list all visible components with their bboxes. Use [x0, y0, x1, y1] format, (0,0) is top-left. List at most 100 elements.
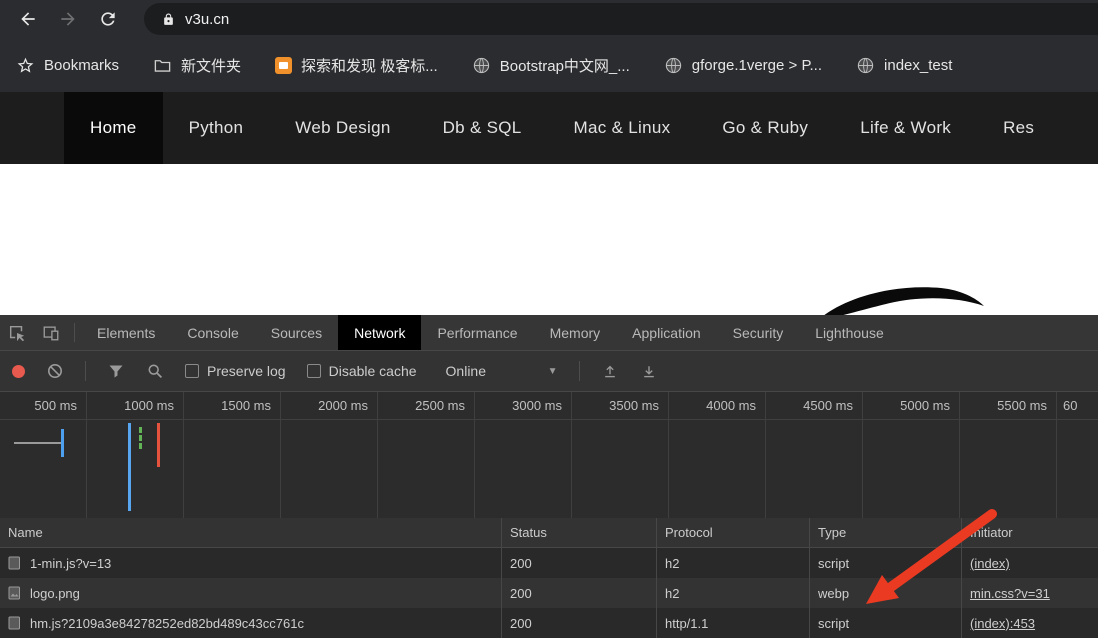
divider — [85, 361, 86, 381]
orange-favicon — [275, 57, 292, 74]
request-initiator-link[interactable]: min.css?v=31 — [970, 586, 1050, 601]
device-toolbar-button[interactable] — [34, 315, 68, 350]
request-status: 200 — [501, 548, 656, 578]
bookmark-label: gforge.1verge > P... — [692, 57, 822, 74]
table-row[interactable]: 1-min.js?v=13 200 h2 script (index) — [0, 548, 1098, 578]
timeline-tick: 5500 ms — [960, 392, 1057, 518]
devtools-tab-bar: Elements Console Sources Network Perform… — [0, 315, 1098, 351]
timeline-tick: 1500 ms — [184, 392, 281, 518]
browser-toolbar: v3u.cn — [0, 0, 1098, 38]
import-har-button[interactable] — [601, 362, 619, 380]
bookmark-item-bootstrap[interactable]: Bootstrap中文网_... — [472, 55, 630, 76]
column-header-protocol[interactable]: Protocol — [656, 518, 809, 547]
timeline-domcontentloaded-marker — [128, 423, 131, 511]
bookmarks-menu[interactable]: Bookmarks — [16, 56, 119, 75]
request-protocol: http/1.1 — [656, 608, 809, 638]
timeline-blue-marker — [61, 429, 64, 457]
tab-memory[interactable]: Memory — [534, 315, 617, 350]
download-icon — [641, 363, 657, 379]
devtools-panel: Elements Console Sources Network Perform… — [0, 315, 1098, 626]
inspect-element-button[interactable] — [0, 315, 34, 350]
nav-item-life-work[interactable]: Life & Work — [834, 92, 977, 164]
tab-network[interactable]: Network — [338, 315, 421, 350]
nav-item-mac-linux[interactable]: Mac & Linux — [548, 92, 697, 164]
table-row[interactable]: logo.png 200 h2 webp min.css?v=31 — [0, 578, 1098, 608]
back-button[interactable] — [14, 5, 42, 33]
timeline-tick: 500 ms — [0, 392, 87, 518]
column-header-type[interactable]: Type — [809, 518, 961, 547]
nav-item-db-sql[interactable]: Db & SQL — [417, 92, 548, 164]
tab-elements[interactable]: Elements — [81, 315, 171, 350]
filter-button[interactable] — [107, 362, 125, 380]
timeline-tick: 2000 ms — [281, 392, 378, 518]
throttling-value: Online — [446, 363, 486, 379]
request-status: 200 — [501, 578, 656, 608]
bookmark-label: 新文件夹 — [181, 55, 241, 76]
timeline-tick: 60 — [1057, 392, 1098, 518]
network-toolbar: Preserve log Disable cache Online ▼ — [0, 351, 1098, 392]
preserve-log-toggle[interactable]: Preserve log — [185, 363, 286, 379]
tab-performance[interactable]: Performance — [421, 315, 533, 350]
table-header-row: Name Status Protocol Type Initiator — [0, 518, 1098, 548]
nav-item-web-design[interactable]: Web Design — [269, 92, 416, 164]
tab-application[interactable]: Application — [616, 315, 717, 350]
page-content — [0, 164, 1098, 315]
column-header-status[interactable]: Status — [501, 518, 656, 547]
clear-button[interactable] — [46, 362, 64, 380]
disable-cache-checkbox[interactable] — [307, 364, 321, 378]
forward-button[interactable] — [54, 5, 82, 33]
timeline-tick: 4500 ms — [766, 392, 863, 518]
divider — [74, 323, 75, 342]
request-name: hm.js?2109a3e84278252ed82bd489c43cc761c — [30, 616, 304, 631]
star-icon — [16, 56, 35, 75]
request-type: webp — [809, 578, 961, 608]
bookmark-label: Bootstrap中文网_... — [500, 55, 630, 76]
network-requests-table: Name Status Protocol Type Initiator 1-mi… — [0, 518, 1098, 638]
network-timeline-overview[interactable]: 500 ms 1000 ms 1500 ms 2000 ms 2500 ms 3… — [0, 392, 1098, 518]
timeline-tick: 1000 ms — [87, 392, 184, 518]
bookmark-label: 探索和发现 极客标... — [301, 55, 438, 76]
bookmark-label: index_test — [884, 57, 952, 74]
bookmark-item-indextest[interactable]: index_test — [856, 56, 952, 75]
tab-sources[interactable]: Sources — [255, 315, 338, 350]
nav-item-go-ruby[interactable]: Go & Ruby — [696, 92, 834, 164]
nav-item-home[interactable]: Home — [64, 92, 163, 164]
disable-cache-toggle[interactable]: Disable cache — [307, 363, 417, 379]
throttling-select[interactable]: Online ▼ — [446, 363, 558, 379]
search-icon — [147, 363, 163, 379]
tab-console[interactable]: Console — [171, 315, 254, 350]
record-button[interactable] — [12, 365, 25, 378]
timeline-tick: 4000 ms — [669, 392, 766, 518]
bookmark-item-gforge[interactable]: gforge.1verge > P... — [664, 56, 822, 75]
globe-icon — [664, 56, 683, 75]
preserve-log-label: Preserve log — [207, 363, 286, 379]
bookmark-item-geek[interactable]: 探索和发现 极客标... — [275, 55, 438, 76]
forward-icon — [58, 9, 78, 29]
nav-item-python[interactable]: Python — [163, 92, 270, 164]
device-toolbar-icon — [42, 324, 60, 342]
request-initiator-link[interactable]: (index) — [970, 556, 1010, 571]
column-header-initiator[interactable]: Initiator — [961, 518, 1098, 547]
timeline-tick: 5000 ms — [863, 392, 960, 518]
bookmarks-menu-label: Bookmarks — [44, 57, 119, 74]
request-initiator-link[interactable]: (index):453 — [970, 616, 1035, 631]
preserve-log-checkbox[interactable] — [185, 364, 199, 378]
export-har-button[interactable] — [640, 362, 658, 380]
timeline-request-bar — [14, 442, 61, 444]
bookmark-item-folder[interactable]: 新文件夹 — [153, 55, 241, 76]
inspect-icon — [8, 324, 26, 342]
search-button[interactable] — [146, 362, 164, 380]
reload-button[interactable] — [94, 5, 122, 33]
upload-icon — [602, 363, 618, 379]
globe-icon — [856, 56, 875, 75]
script-file-icon — [8, 556, 21, 570]
nav-item-res[interactable]: Res — [977, 92, 1060, 164]
tab-security[interactable]: Security — [717, 315, 800, 350]
timeline-load-marker — [157, 423, 160, 467]
tab-lighthouse[interactable]: Lighthouse — [799, 315, 900, 350]
filter-icon — [108, 363, 124, 379]
table-row[interactable]: hm.js?2109a3e84278252ed82bd489c43cc761c … — [0, 608, 1098, 638]
column-header-name[interactable]: Name — [0, 518, 501, 547]
request-protocol: h2 — [656, 548, 809, 578]
address-bar[interactable]: v3u.cn — [144, 3, 1098, 35]
